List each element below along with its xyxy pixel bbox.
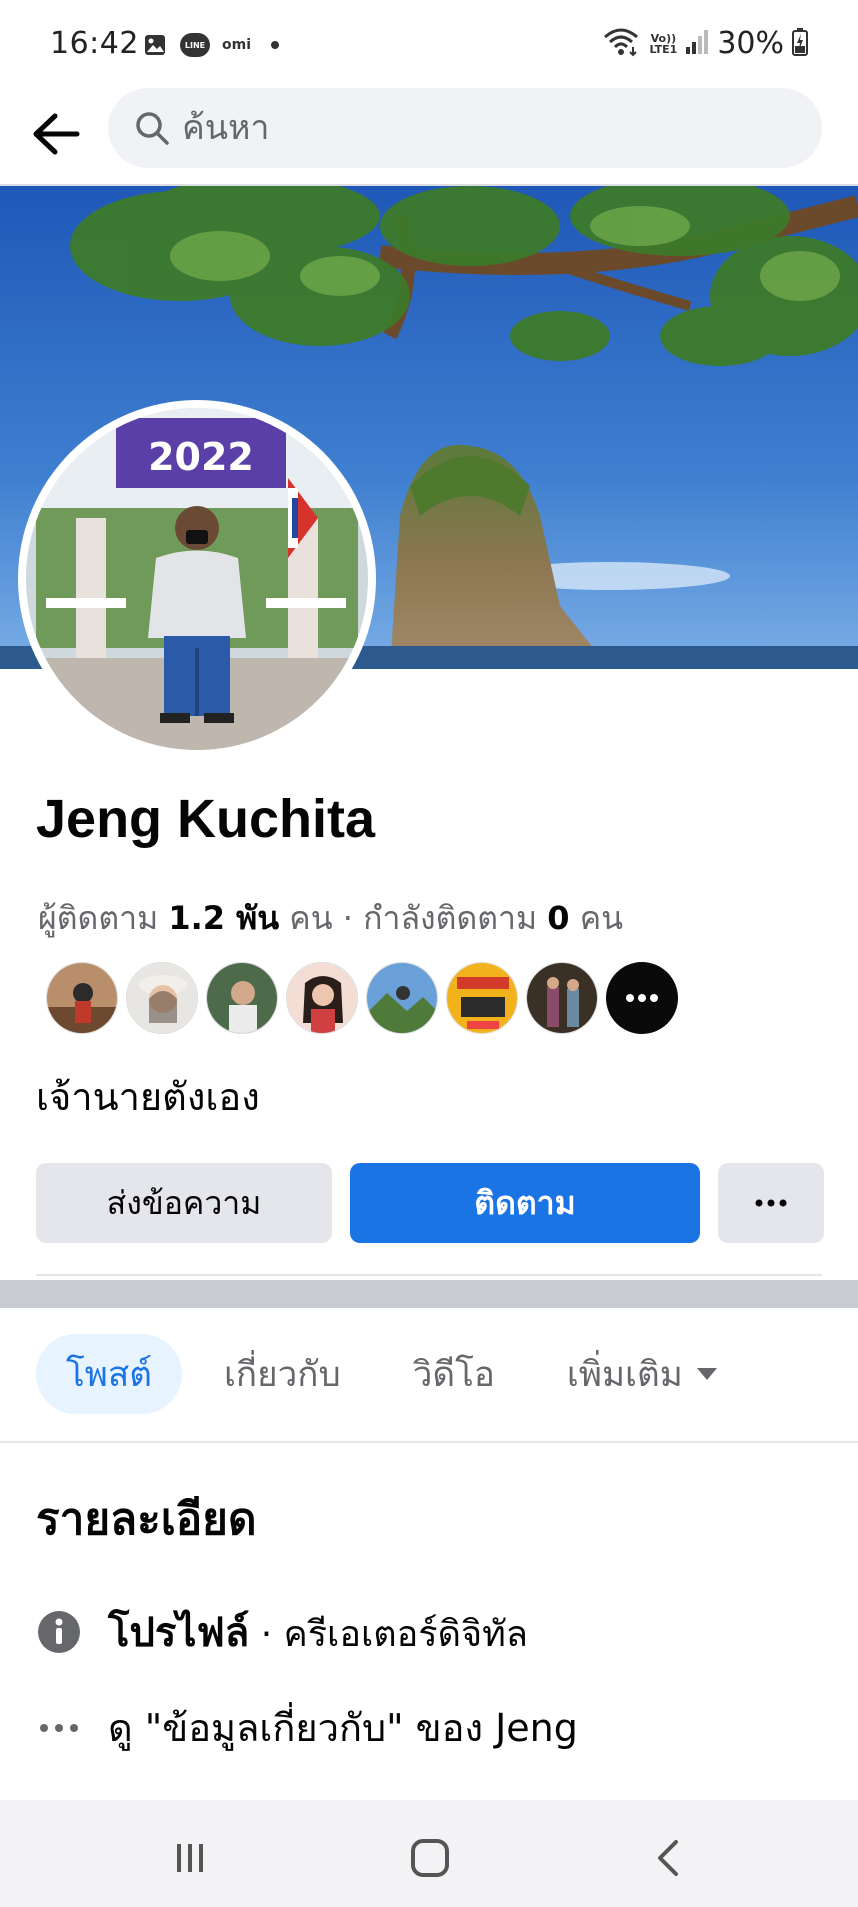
signal-icon <box>685 29 709 59</box>
volte-bottom-label: LTE1 <box>649 42 678 56</box>
follower-stats: ผู้ติดตาม 1.2 พัน คน · กำลังติดตาม 0 คน <box>38 893 623 944</box>
tab-videos[interactable]: วิดีโอ <box>383 1334 525 1414</box>
follower-avatar[interactable] <box>46 962 118 1034</box>
detail-profile-text: โปรไฟล์ · ครีเอเตอร์ดิจิทัล <box>108 1600 528 1664</box>
system-back-button[interactable] <box>640 1828 700 1888</box>
info-icon <box>36 1609 82 1655</box>
follower-avatar[interactable] <box>446 962 518 1034</box>
follower-avatar[interactable] <box>126 962 198 1034</box>
search-input[interactable] <box>182 108 742 148</box>
home-icon <box>411 1839 449 1877</box>
wifi-icon <box>601 27 641 61</box>
search-icon <box>132 108 172 148</box>
followers-label: ผู้ติดตาม <box>38 899 159 937</box>
stats-separator: · <box>342 899 353 937</box>
avatar-banner-text: 2022 <box>148 435 254 479</box>
follower-avatar[interactable] <box>206 962 278 1034</box>
chevron-left-icon <box>658 1840 678 1876</box>
more-horizontal-icon <box>755 1199 787 1207</box>
follower-avatar[interactable] <box>366 962 438 1034</box>
more-options-button[interactable] <box>718 1163 824 1243</box>
more-notifications-dot-icon <box>271 41 280 49</box>
tab-about[interactable]: เกี่ยวกับ <box>194 1334 371 1414</box>
tabs-divider <box>0 1441 858 1443</box>
follower-avatar[interactable] <box>526 962 598 1034</box>
following-unit: คน <box>579 899 623 937</box>
tab-label: เพิ่มเติม <box>566 1354 683 1395</box>
followers-count[interactable]: 1.2 พัน <box>168 899 279 937</box>
status-time: 16:42 <box>50 26 139 61</box>
omi-icon: omi <box>222 37 252 53</box>
profile-category-value: · ครีเอเตอร์ดิจิทัล <box>249 1614 528 1655</box>
notification-icons: LINE omi <box>142 32 280 58</box>
system-status-icons: Vo)) LTE1 30% <box>601 26 808 61</box>
volte-indicator: Vo)) LTE1 <box>649 33 677 55</box>
follow-button[interactable]: ติดตาม <box>350 1163 700 1243</box>
line-app-icon: LINE <box>180 33 210 57</box>
profile-tabs: โพสต์ เกี่ยวกับ วิดีโอ เพิ่มเติม <box>36 1334 759 1414</box>
profile-category-label: โปรไฟล์ <box>108 1610 250 1656</box>
details-heading: รายละเอียด <box>36 1494 257 1545</box>
search-header <box>0 88 858 184</box>
more-horizontal-icon <box>36 1705 82 1751</box>
arrow-left-icon <box>33 113 80 155</box>
followers-unit: คน <box>289 899 333 937</box>
following-label: กำลังติดตาม <box>363 899 538 937</box>
caret-down-icon <box>696 1368 717 1380</box>
divider <box>36 1274 822 1276</box>
tab-more[interactable]: เพิ่มเติม <box>537 1334 747 1414</box>
battery-percent: 30% <box>717 26 784 61</box>
home-button[interactable] <box>400 1828 460 1888</box>
following-count[interactable]: 0 <box>547 899 569 937</box>
section-separator <box>0 1280 858 1308</box>
gallery-icon <box>142 32 168 58</box>
profile-picture-image: 2022 <box>26 408 368 750</box>
search-bar[interactable] <box>108 88 822 168</box>
recent-apps-icon <box>177 1844 203 1872</box>
profile-name: Jeng Kuchita <box>36 789 376 849</box>
recent-apps-button[interactable] <box>160 1828 220 1888</box>
more-followers-button[interactable] <box>606 962 678 1034</box>
status-bar: 16:42 LINE omi Vo)) LTE1 30% <box>0 0 858 88</box>
detail-see-about[interactable]: ดู "ข้อมูลเกี่ยวกับ" ของ Jeng <box>36 1697 578 1758</box>
follower-avatars <box>46 962 678 1034</box>
message-button[interactable]: ส่งข้อความ <box>36 1163 332 1243</box>
back-button[interactable] <box>26 104 86 164</box>
profile-page: 16:42 LINE omi Vo)) LTE1 30% ค้นหา 2022 … <box>0 0 858 1907</box>
detail-profile-type: โปรไฟล์ · ครีเอเตอร์ดิจิทัล <box>36 1600 528 1664</box>
system-navigation-bar <box>0 1800 858 1907</box>
profile-actions: ส่งข้อความ ติดตาม <box>36 1163 824 1243</box>
tab-label: วิดีโอ <box>412 1354 495 1395</box>
more-horizontal-icon <box>626 994 658 1002</box>
tab-posts[interactable]: โพสต์ <box>36 1334 182 1414</box>
profile-picture[interactable]: 2022 <box>18 400 376 758</box>
tab-label: เกี่ยวกับ <box>223 1354 341 1395</box>
see-about-link[interactable]: ดู "ข้อมูลเกี่ยวกับ" ของ Jeng <box>108 1697 578 1758</box>
tab-label: โพสต์ <box>66 1354 152 1395</box>
follower-avatar[interactable] <box>286 962 358 1034</box>
profile-bio: เจ้านายตังเอง <box>36 1075 260 1119</box>
battery-charging-icon <box>792 27 808 60</box>
